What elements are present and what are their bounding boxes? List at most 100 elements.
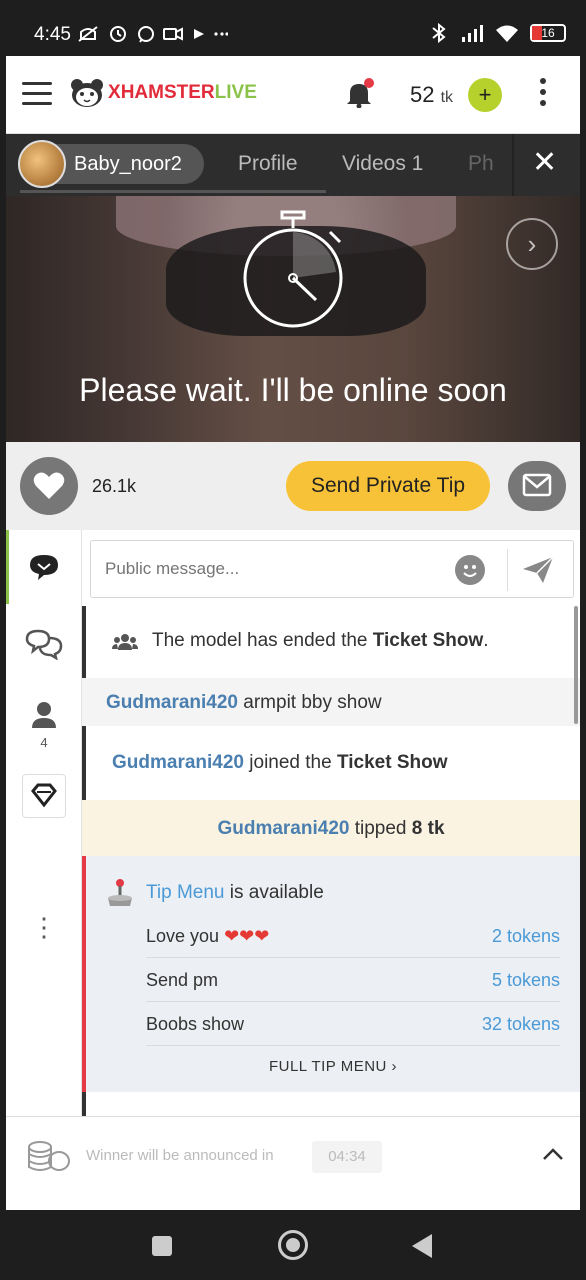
- back-button[interactable]: [412, 1234, 432, 1258]
- home-button[interactable]: [278, 1230, 308, 1260]
- chat-scrollbar[interactable]: [574, 606, 578, 724]
- close-icon[interactable]: ✕: [532, 148, 557, 178]
- chats-icon: [25, 629, 63, 661]
- app-page: XHAMSTERLIVE 52 tk + Baby_noor2 Profile …: [6, 56, 580, 1210]
- tip-menu-item[interactable]: Love you ❤❤❤ 2 tokens: [146, 914, 560, 958]
- tip-username[interactable]: Gudmarani420: [217, 818, 349, 839]
- battery-level: 16: [541, 26, 555, 40]
- smiley-icon: [463, 565, 477, 577]
- join-bold: Ticket Show: [336, 752, 448, 773]
- tab-photos[interactable]: Ph: [468, 152, 494, 176]
- like-button[interactable]: [20, 457, 78, 515]
- send-private-tip-button[interactable]: Send Private Tip: [286, 461, 490, 511]
- chat-message: Gudmarani420 armpit bby show: [82, 678, 580, 726]
- buy-tokens-button[interactable]: +: [468, 78, 502, 112]
- chat-username[interactable]: Gudmarani420: [106, 692, 238, 713]
- chat-panel: The model has ended the Ticket Show. Gud…: [82, 530, 580, 1116]
- model-chip[interactable]: Baby_noor2: [18, 140, 204, 188]
- chat-system-message: The model has ended the Ticket Show.: [82, 606, 580, 678]
- chat-text: armpit bby show: [238, 692, 382, 713]
- tip-menu-link[interactable]: Tip Menu: [146, 882, 225, 903]
- next-model-button[interactable]: ›: [506, 218, 558, 270]
- model-avatar: [18, 140, 66, 188]
- tip-item-price: 5 tokens: [491, 970, 560, 990]
- app-header: XHAMSTERLIVE 52 tk +: [6, 56, 580, 134]
- logo-hamster: HAMSTER: [120, 82, 215, 103]
- join-text: joined the: [244, 752, 337, 773]
- user-icon: [32, 702, 56, 728]
- tab-scroll-indicator: [20, 190, 326, 193]
- status-right-icons: 16: [428, 22, 566, 44]
- coins-icon: [28, 1141, 70, 1171]
- envelope-icon: [522, 473, 552, 497]
- heart-icon: [33, 472, 65, 499]
- logo-live: LIVE: [214, 82, 257, 103]
- like-count: 26.1k: [92, 476, 137, 496]
- rail-tip-menu[interactable]: [22, 774, 66, 818]
- status-notification-icons: [78, 26, 229, 43]
- group-icon: [112, 634, 138, 650]
- status-bar: 4:45 16: [0, 0, 586, 56]
- full-tip-menu-label: FULL TIP MENU: [268, 1058, 387, 1075]
- tip-text: tipped: [349, 818, 412, 839]
- offline-message: Please wait. I'll be online soon: [79, 372, 507, 408]
- chat-next-message-partial: [82, 1092, 580, 1116]
- rail-more-button[interactable]: ⋮: [24, 912, 64, 943]
- tab-videos[interactable]: Videos 1: [342, 152, 423, 176]
- tab-divider: [512, 134, 514, 196]
- battery-indicator: 16: [530, 24, 566, 42]
- tip-menu-item[interactable]: Boobs show 32 tokens: [146, 1002, 560, 1046]
- full-tip-menu-button[interactable]: FULL TIP MENU ›: [86, 1058, 580, 1075]
- action-bar: 26.1k Send Private Tip: [6, 442, 580, 530]
- system-nav-bar: [0, 1210, 586, 1280]
- send-icon: [523, 556, 554, 583]
- rail-public-chat[interactable]: [24, 552, 64, 587]
- tip-menu-available: is available: [224, 882, 324, 903]
- signal-icon: [462, 25, 483, 42]
- video-player[interactable]: › Please wait. I'll be online soon: [6, 196, 580, 442]
- chevron-up-icon[interactable]: [540, 1145, 566, 1165]
- send-button[interactable]: [521, 555, 555, 590]
- joystick-icon: [108, 879, 132, 906]
- tip-menu-item[interactable]: Send pm 5 tokens: [146, 958, 560, 1002]
- join-message: Gudmarani420 joined the Ticket Show: [82, 726, 580, 800]
- public-message-input[interactable]: [105, 555, 445, 583]
- notification-dot: [364, 78, 374, 88]
- stopwatch-icon: [243, 210, 343, 328]
- recents-button[interactable]: [152, 1236, 172, 1256]
- rail-private-chats[interactable]: [24, 628, 64, 665]
- model-tab-bar: Baby_noor2 Profile Videos 1 Ph ✕: [6, 134, 580, 196]
- hamster-logo-icon: [71, 79, 103, 107]
- model-name: Baby_noor2: [74, 152, 182, 175]
- system-after: .: [483, 630, 489, 651]
- chat-bubble-icon: [30, 555, 58, 580]
- site-logo[interactable]: XHAMSTERLIVE: [70, 78, 257, 108]
- tip-message: Gudmarani420 tipped 8 tk: [82, 800, 580, 856]
- private-message-button[interactable]: [508, 461, 566, 511]
- notification-icons: [78, 24, 229, 49]
- chat-side-rail: 4 ⋮: [6, 530, 82, 1116]
- public-message-box: [90, 540, 574, 598]
- token-count: 52: [410, 82, 435, 107]
- token-balance[interactable]: 52 tk: [410, 82, 453, 108]
- join-username[interactable]: Gudmarani420: [112, 752, 244, 773]
- tip-item-name: Send pm: [146, 970, 219, 990]
- notifications-button[interactable]: [346, 78, 374, 110]
- tab-profile[interactable]: Profile: [238, 152, 298, 176]
- more-options-button[interactable]: [540, 78, 548, 110]
- rail-users[interactable]: 4: [24, 700, 64, 750]
- tip-item-hearts: ❤❤❤: [224, 926, 270, 946]
- token-unit: tk: [440, 89, 454, 106]
- tip-menu-card: Tip Menu is available Love you ❤❤❤ 2 tok…: [82, 856, 580, 1092]
- tip-item-price: 32 tokens: [481, 1014, 560, 1034]
- tip-item-name: Love you: [146, 926, 225, 946]
- ticker-countdown: 04:34: [312, 1141, 382, 1173]
- wifi-icon: [496, 25, 518, 42]
- system-bold: Ticket Show: [372, 630, 484, 651]
- tip-amount: 8 tk: [411, 818, 445, 839]
- system-text: The model has ended the: [152, 630, 373, 651]
- menu-button[interactable]: [22, 82, 52, 106]
- rail-active-indicator: [6, 530, 9, 604]
- emoji-button[interactable]: [455, 555, 485, 585]
- lottery-ticker: Winner will be announced in 04:34: [6, 1116, 580, 1196]
